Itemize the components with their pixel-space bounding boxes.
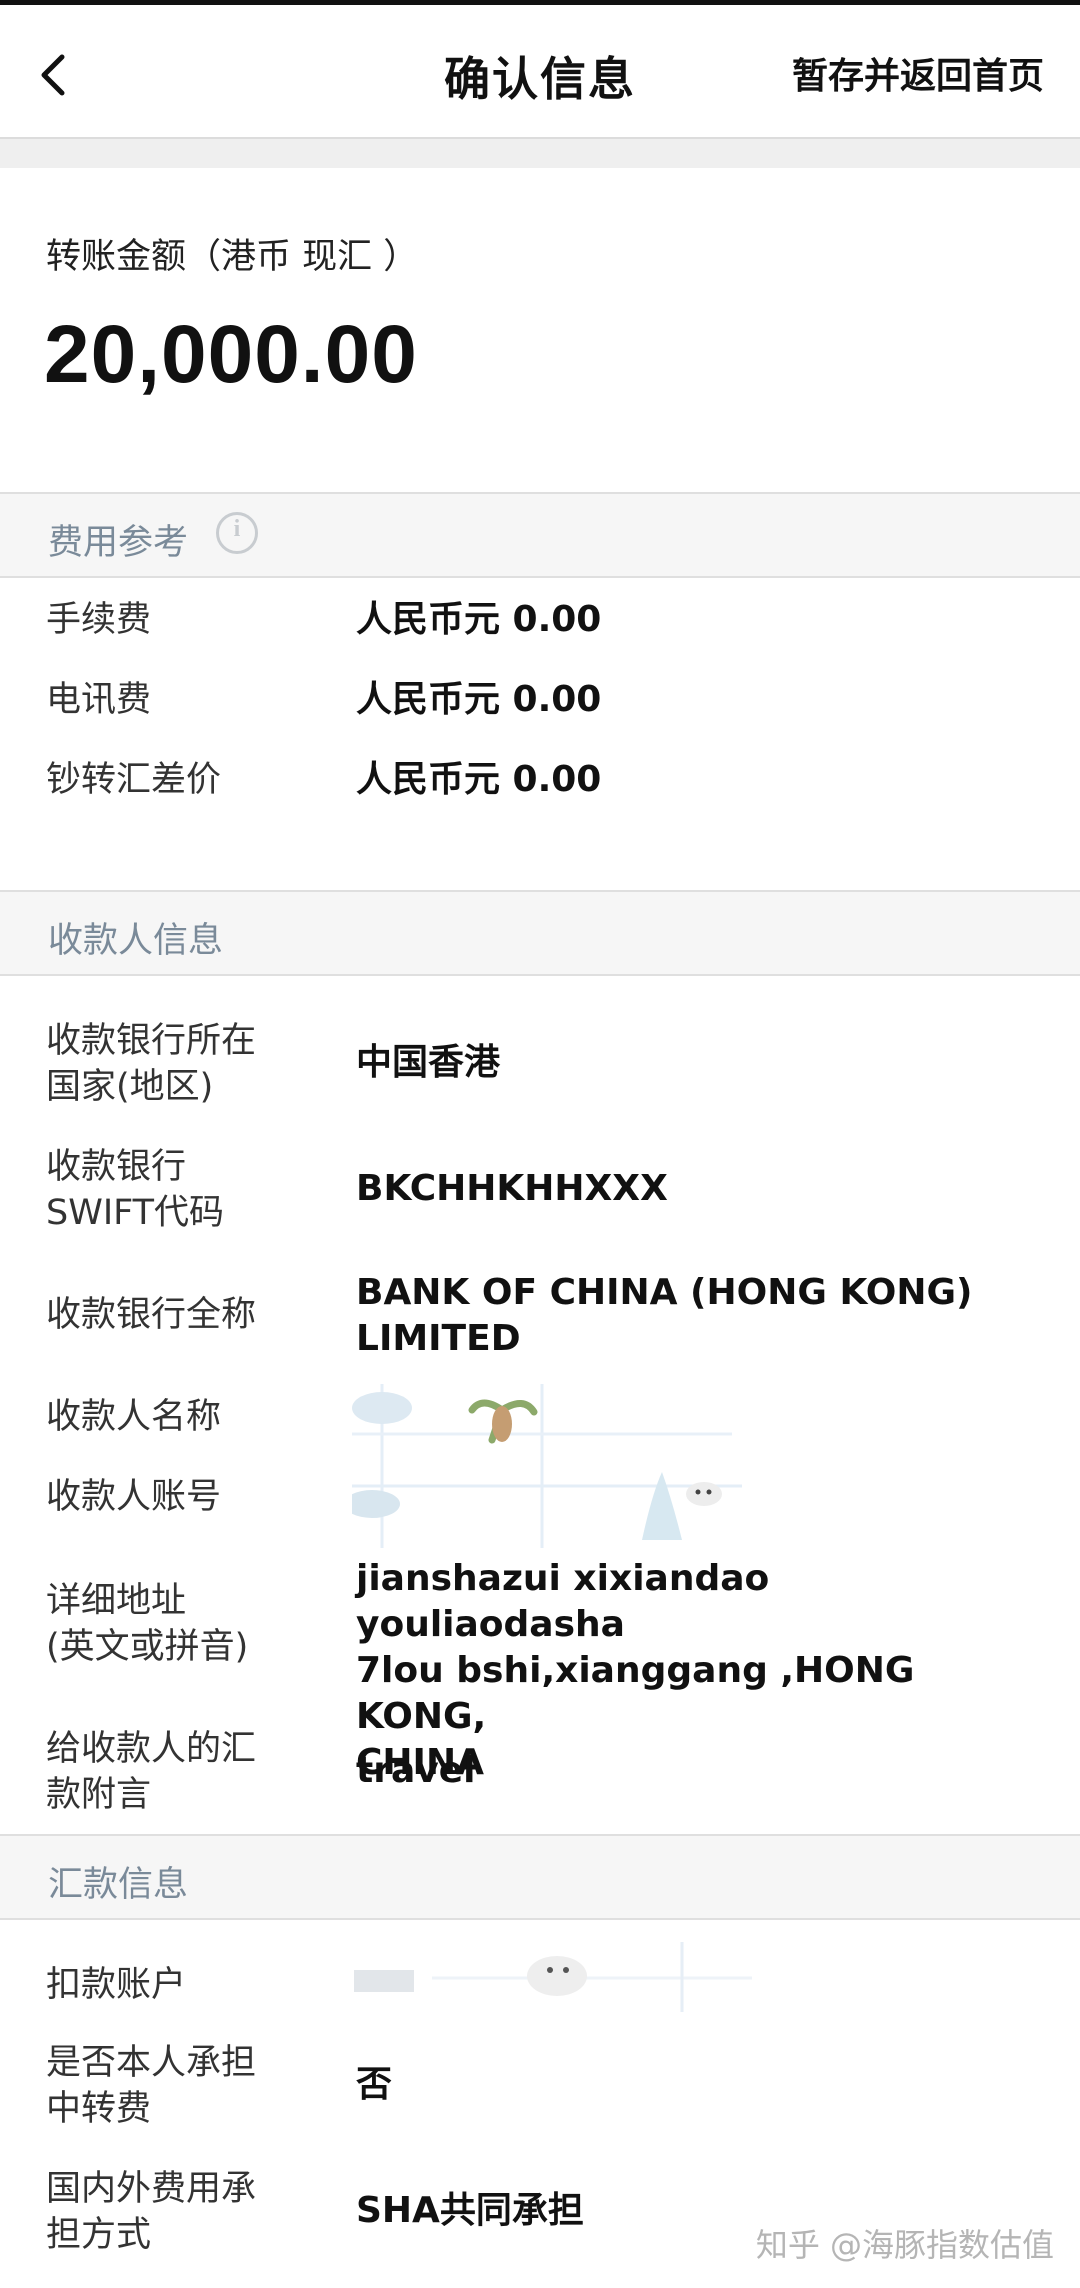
amount-card: 转账金额（港币 现汇 ） 20,000.00 (0, 168, 1080, 492)
bear-fee-label: 是否本人承担 中转费 (46, 2043, 257, 2129)
info-icon[interactable]: i (216, 512, 258, 554)
swift-label: 收款银行 SWIFT代码 (46, 1147, 225, 1233)
fee-row-label: 钞转汇差价 (46, 760, 222, 800)
redacted-payee-account (352, 1464, 742, 1548)
bear-fee-value: 否 (356, 2064, 393, 2105)
payee-account-label: 收款人账号 (46, 1477, 222, 1517)
amount-value: 20,000.00 (44, 309, 418, 400)
fee-row-value: 人民币元 0.00 (356, 759, 602, 800)
payee-section-title: 收款人信息 (48, 921, 224, 961)
payee-name-label: 收款人名称 (46, 1397, 222, 1437)
amount-label: 转账金额（港币 现汇 ） (46, 237, 419, 277)
fees-section-header: 费用参考 i (0, 492, 1080, 578)
swift-value: BKCHHKHHXXX (356, 1168, 668, 1209)
fees-section-title: 费用参考 (48, 523, 189, 563)
save-and-return-button[interactable]: 暂存并返回首页 (792, 47, 1044, 99)
fee-mode-label: 国内外费用承 担方式 (46, 2169, 257, 2255)
fee-row-value: 人民币元 0.00 (356, 599, 602, 640)
remit-section-title: 汇款信息 (48, 1865, 189, 1905)
bank-name-label: 收款银行全称 (46, 1295, 257, 1335)
fee-row-value: 人民币元 0.00 (356, 679, 602, 720)
top-bar: 确认信息 暂存并返回首页 (0, 5, 1080, 137)
payee-section-header: 收款人信息 (0, 890, 1080, 976)
bank-country-value: 中国香港 (356, 1042, 501, 1083)
fee-row-label: 手续费 (46, 600, 152, 640)
watermark: 知乎 @海豚指数估值 (755, 2226, 1054, 2264)
redacted-payee-name (352, 1384, 732, 1464)
remit-section-header: 汇款信息 (0, 1834, 1080, 1920)
fee-row-label: 电讯费 (46, 680, 152, 720)
redacted-debit-account (352, 1942, 752, 2012)
section-gap (0, 137, 1080, 170)
address-label: 详细地址 (英文或拼音) (46, 1581, 249, 1667)
remark-label: 给收款人的汇 款附言 (46, 1729, 257, 1815)
remark-value: travel (356, 1750, 476, 1791)
bank-country-label: 收款银行所在 国家(地区) (46, 1021, 257, 1107)
debit-account-label: 扣款账户 (46, 1965, 187, 2005)
bank-name-value: BANK OF CHINA (HONG KONG) LIMITED (356, 1272, 973, 1359)
